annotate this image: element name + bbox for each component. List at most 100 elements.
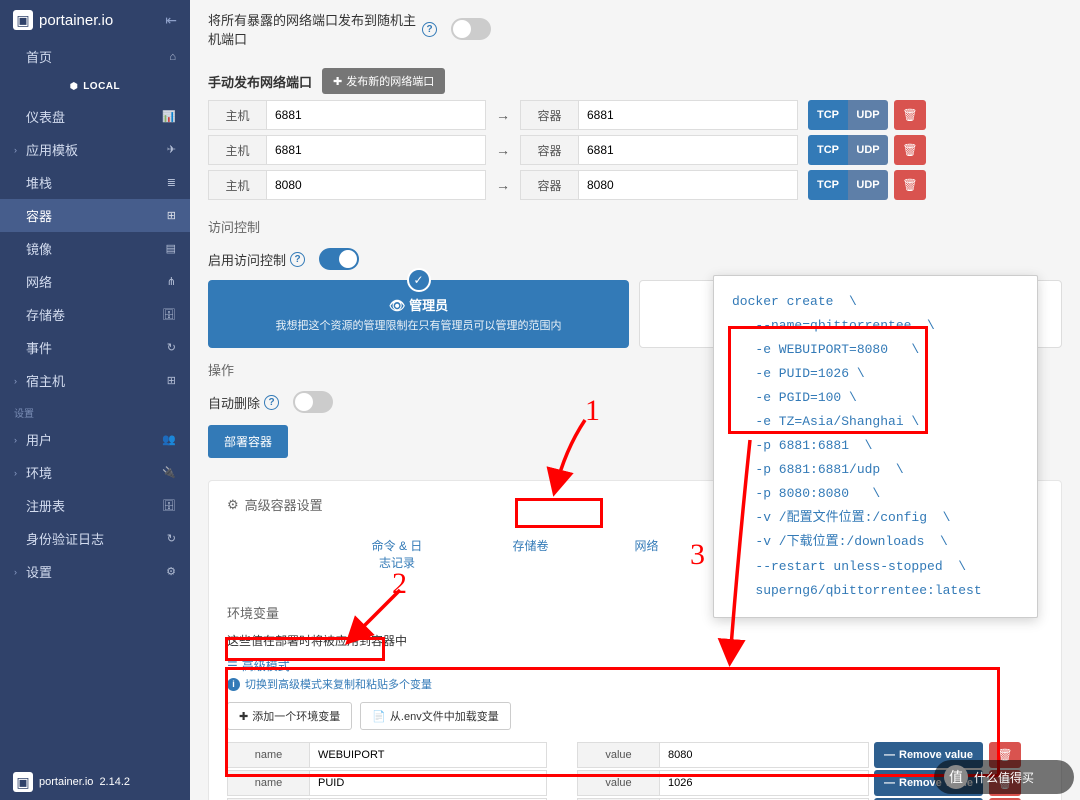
auto-remove-toggle[interactable] — [293, 391, 333, 413]
nav-stacks[interactable]: 堆栈≣ — [0, 166, 190, 199]
nav-templates[interactable]: ›应用模板✈ — [0, 133, 190, 166]
auto-remove-label: 自动删除 — [208, 393, 260, 412]
list-icon: ☰ — [227, 659, 238, 673]
publish-all-label: 将所有暴露的网络端口发布到随机主机端口 — [208, 10, 418, 48]
env-row: name value Remove value 🗑 — [227, 742, 1043, 768]
env-info: i切换到高级模式来复制和粘贴多个变量 — [227, 676, 1043, 692]
home-icon: ⌂ — [160, 51, 176, 63]
deploy-button[interactable]: 部署容器 — [208, 425, 288, 458]
watermark: 值 什么值得买 — [934, 760, 1074, 794]
footer-brand: portainer.io — [39, 776, 93, 788]
env-icon: 🔌 — [160, 466, 176, 479]
adv-title: 高级容器设置 — [245, 495, 323, 514]
host-port-input[interactable] — [266, 135, 486, 165]
env-row: name value Remove value 🗑 — [227, 770, 1043, 796]
footer-logo-icon: ▣ — [13, 772, 33, 792]
load-env-button[interactable]: 📄从.env文件中加载变量 — [360, 702, 511, 730]
stack-icon: ≣ — [160, 176, 176, 189]
env-var-list: name value Remove value 🗑 name value Rem… — [227, 742, 1043, 800]
enable-access-label: 启用访问控制 — [208, 250, 286, 269]
gear-icon: ⚙ — [160, 565, 176, 578]
manual-ports-label: 手动发布网络端口 — [208, 72, 312, 91]
help-icon[interactable]: ? — [422, 22, 437, 37]
container-port-input[interactable] — [578, 135, 798, 165]
delete-port-button[interactable]: 🗑 — [894, 170, 926, 200]
settings-section: 设置 — [0, 397, 190, 423]
env-value-input[interactable] — [659, 770, 869, 796]
nav-users[interactable]: ›用户👥 — [0, 423, 190, 456]
port-row: 主机 → 容器 TCP UDP 🗑 — [208, 100, 1062, 130]
nav-events[interactable]: 事件↻ — [0, 331, 190, 364]
nav-home[interactable]: 首页⌂ — [0, 40, 190, 73]
event-icon: ↻ — [160, 341, 176, 354]
plus-icon: ✚ — [333, 75, 342, 88]
nav-containers[interactable]: 容器⊞ — [0, 199, 190, 232]
watermark-text: 什么值得买 — [974, 769, 1034, 786]
eye-off-icon: 👁 — [389, 298, 406, 313]
registry-icon: 🗄 — [160, 499, 176, 512]
local-tag: LOCAL — [0, 73, 190, 100]
tcp-toggle[interactable]: TCP — [808, 170, 848, 200]
tab-volumes[interactable]: 存储卷 — [494, 529, 566, 579]
delete-port-button[interactable]: 🗑 — [894, 100, 926, 130]
nav-dashboard[interactable]: 仪表盘📊 — [0, 100, 190, 133]
host-port-input[interactable] — [266, 170, 486, 200]
sidebar: ▣ portainer.io ⇤ 首页⌂ LOCAL 仪表盘📊 ›应用模板✈ 堆… — [0, 0, 190, 800]
network-icon: ⋔ — [160, 275, 176, 288]
help-icon[interactable]: ? — [264, 395, 279, 410]
docker-command-popup: docker create \ --name=qbittorrentee \ -… — [713, 275, 1038, 618]
nav-volumes[interactable]: 存储卷🗄 — [0, 298, 190, 331]
port-row: 主机 → 容器 TCP UDP 🗑 — [208, 170, 1062, 200]
delete-port-button[interactable]: 🗑 — [894, 135, 926, 165]
nav-host[interactable]: ›宿主机⊞ — [0, 364, 190, 397]
admin-desc: 我想把这个资源的管理限制在只有管理员可以管理的范围内 — [276, 317, 562, 333]
help-icon[interactable]: ? — [290, 252, 305, 267]
container-port-input[interactable] — [578, 100, 798, 130]
collapse-icon[interactable]: ⇤ — [165, 12, 177, 29]
file-icon: 📄 — [372, 710, 386, 723]
nav-environments[interactable]: ›环境🔌 — [0, 456, 190, 489]
tab-command[interactable]: 命令 & 日志记录 — [349, 529, 444, 579]
publish-all-toggle[interactable] — [451, 18, 491, 40]
image-icon: ▤ — [160, 242, 176, 255]
env-desc: 这些值在部署时将被应用到容器中 — [227, 632, 1043, 649]
logo-icon: ▣ — [13, 10, 33, 30]
udp-toggle[interactable]: UDP — [848, 170, 888, 200]
publish-port-button[interactable]: ✚发布新的网络端口 — [322, 68, 445, 94]
nav-images[interactable]: 镜像▤ — [0, 232, 190, 265]
nav-registries[interactable]: 注册表🗄 — [0, 489, 190, 522]
add-env-button[interactable]: ✚添加一个环境变量 — [227, 702, 352, 730]
nav-authlogs[interactable]: 身份验证日志↻ — [0, 522, 190, 555]
udp-toggle[interactable]: UDP — [848, 100, 888, 130]
tab-network[interactable]: 网络 — [616, 529, 676, 579]
brand-logo[interactable]: ▣ portainer.io ⇤ — [0, 0, 190, 40]
host-port-input[interactable] — [266, 100, 486, 130]
check-icon: ✓ — [407, 268, 431, 292]
plus-icon: ✚ — [239, 710, 248, 723]
port-mapping-list: 主机 → 容器 TCP UDP 🗑 主机 → 容器 TCP UDP 🗑 主机 →… — [208, 100, 1062, 200]
dashboard-icon: 📊 — [160, 110, 176, 123]
port-row: 主机 → 容器 TCP UDP 🗑 — [208, 135, 1062, 165]
gear-icon: ⚙ — [227, 497, 239, 513]
access-section-title: 访问控制 — [208, 205, 1062, 244]
access-admin-card[interactable]: ✓ 👁 管理员 我想把这个资源的管理限制在只有管理员可以管理的范围内 — [208, 280, 629, 348]
watermark-icon: 值 — [944, 765, 968, 789]
sidebar-footer: ▣ portainer.io 2.14.2 — [0, 764, 190, 800]
adv-mode-link[interactable]: ☰高级模式 — [227, 657, 1043, 674]
env-name-input[interactable] — [309, 770, 547, 796]
access-toggle[interactable] — [319, 248, 359, 270]
nav-networks[interactable]: 网络⋔ — [0, 265, 190, 298]
udp-toggle[interactable]: UDP — [848, 135, 888, 165]
env-name-input[interactable] — [309, 742, 547, 768]
nav-settings[interactable]: ›设置⚙ — [0, 555, 190, 588]
volume-icon: 🗄 — [160, 308, 176, 321]
arrow-icon: → — [486, 107, 520, 123]
env-value-input[interactable] — [659, 742, 869, 768]
tcp-toggle[interactable]: TCP — [808, 135, 848, 165]
container-port-input[interactable] — [578, 170, 798, 200]
tcp-toggle[interactable]: TCP — [808, 100, 848, 130]
version-text: 2.14.2 — [99, 776, 130, 788]
info-icon: i — [227, 678, 240, 691]
container-label: 容器 — [520, 100, 578, 130]
host-label: 主机 — [208, 100, 266, 130]
